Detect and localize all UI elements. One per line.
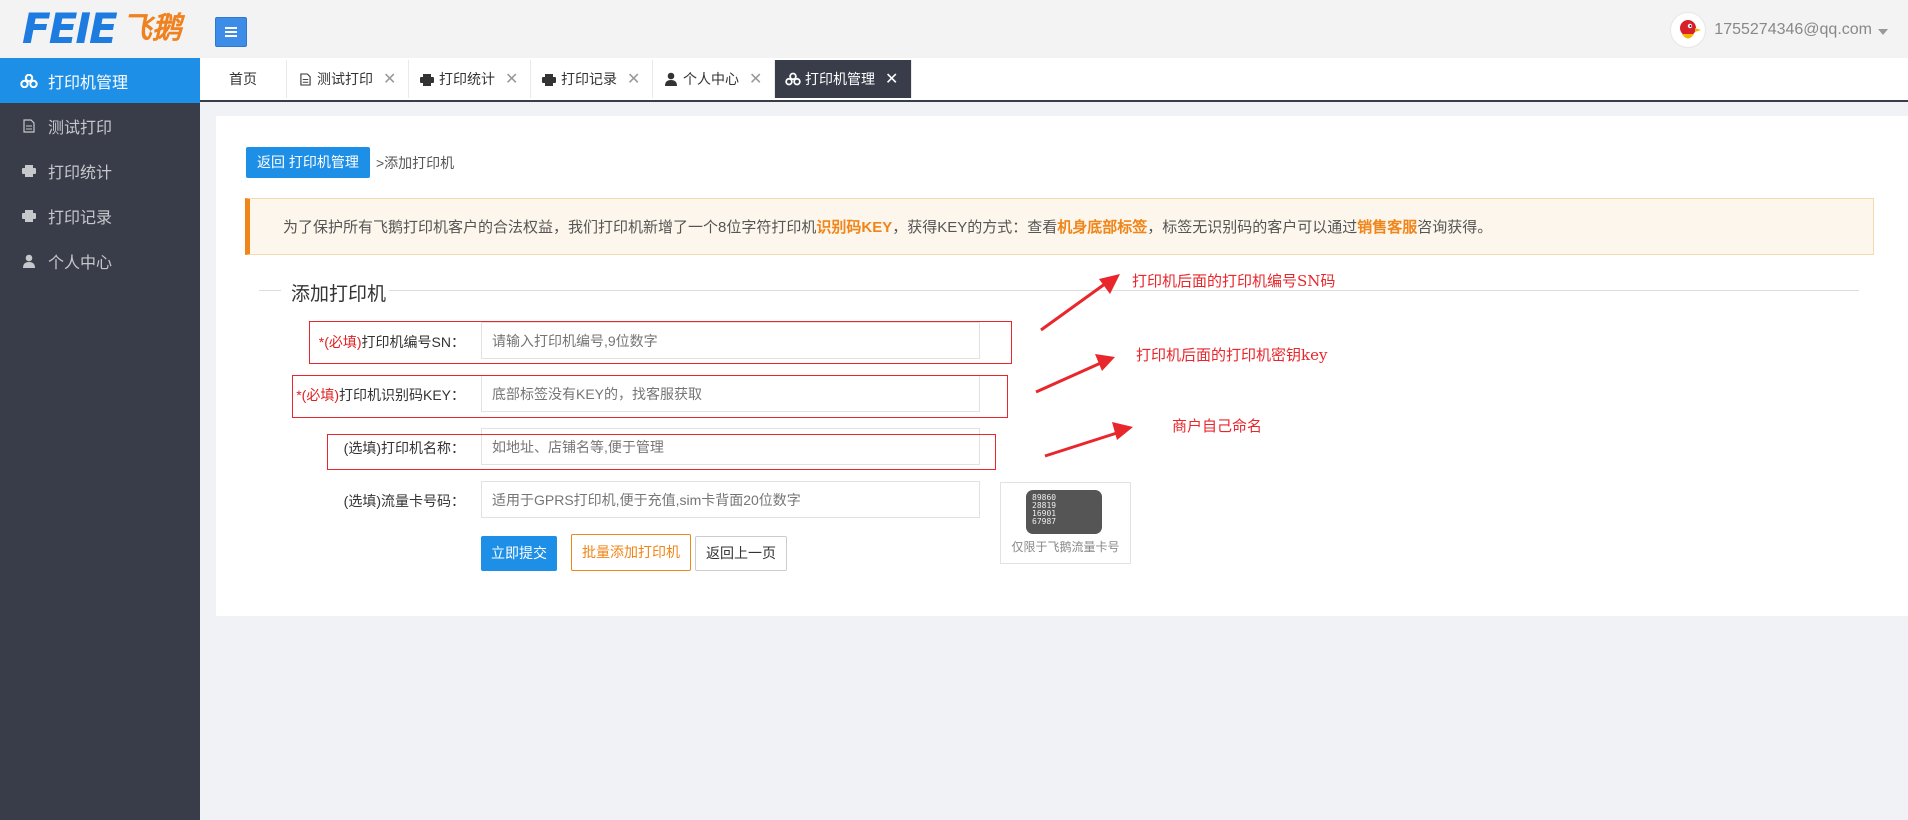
hamburger-icon: [225, 27, 237, 37]
logo-text-en: FEIE: [22, 4, 118, 53]
printer-icon: [541, 72, 557, 86]
sidebar-item-label: 打印统计: [48, 164, 113, 182]
batch-add-button[interactable]: 批量添加打印机: [571, 534, 691, 571]
annotation-text-sn: 打印机后面的打印机编号SN码: [1132, 272, 1336, 290]
avatar: [1670, 12, 1707, 48]
close-icon[interactable]: ✕: [885, 69, 898, 89]
sim-card-note: 仅限于飞鹅流量卡号: [1011, 540, 1120, 554]
document-icon: [20, 118, 38, 134]
sn-field-label: *(必填)打印机编号SN：: [318, 334, 465, 350]
annotation-text-name: 商户自己命名: [1172, 417, 1263, 435]
sidebar-item-label: 打印机管理: [48, 74, 129, 92]
cluster-icon: [20, 73, 38, 89]
bird-avatar-icon: [1680, 20, 1702, 39]
tab-printer-management[interactable]: 打印机管理 ✕: [775, 60, 912, 98]
annotation-arrow-name: [1044, 422, 1133, 458]
key-input[interactable]: [481, 375, 980, 412]
back-to-printer-management-button[interactable]: 返回 打印机管理: [246, 147, 370, 178]
annotation-arrow-sn: [1040, 274, 1120, 332]
chevron-down-icon: [1878, 29, 1888, 35]
tab-home[interactable]: 首页: [200, 60, 287, 98]
user-menu[interactable]: 1755274346@qq.com: [1670, 12, 1888, 48]
close-icon[interactable]: ✕: [505, 69, 518, 89]
top-bar: FEIE 飞鹅 1755274346@qq.com: [0, 0, 1908, 58]
divider: [259, 290, 281, 291]
close-icon[interactable]: ✕: [383, 69, 396, 89]
tab-test-print[interactable]: 测试打印 ✕: [287, 60, 409, 98]
breadcrumb: >添加打印机: [376, 155, 455, 171]
printer-name-input[interactable]: [481, 428, 980, 465]
sidebar-item-printer-management[interactable]: 打印机管理: [0, 58, 200, 103]
go-back-button[interactable]: 返回上一页: [695, 536, 787, 571]
tab-label: 打印统计: [439, 71, 495, 87]
tab-label: 打印机管理: [805, 71, 875, 87]
sidebar-item-print-stats[interactable]: 打印统计: [0, 148, 200, 193]
user-email: 1755274346@qq.com: [1714, 21, 1872, 38]
printer-icon: [20, 208, 38, 224]
sidebar-item-label: 打印记录: [48, 209, 113, 227]
sidebar-item-personal-center[interactable]: 个人中心: [0, 238, 200, 283]
annotation-text-key: 打印机后面的打印机密钥key: [1136, 346, 1328, 364]
sim-card-input[interactable]: [481, 481, 980, 518]
sidebar-item-label: 个人中心: [48, 254, 113, 272]
required-mark: *(必填): [318, 334, 362, 350]
logo[interactable]: FEIE 飞鹅: [22, 6, 182, 52]
document-icon: [297, 72, 313, 86]
name-field-label: (选填)打印机名称：: [343, 440, 465, 456]
notice-banner: 为了保护所有飞鹅打印机客户的合法权益，我们打印机新增了一个8位字符打印机识别码K…: [245, 198, 1874, 255]
notice-highlight-key: 识别码KEY: [816, 219, 893, 236]
tab-personal-center[interactable]: 个人中心 ✕: [653, 60, 775, 98]
user-icon: [20, 253, 38, 269]
notice-text: 为了保护所有飞鹅打印机客户的合法权益，我们打印机新增了一个8位字符打印机识别码K…: [283, 219, 1493, 236]
user-icon: [663, 72, 679, 86]
section-title: 添加打印机: [291, 284, 387, 305]
logo-text-cn: 飞鹅: [121, 11, 182, 46]
sidebar-item-test-print[interactable]: 测试打印: [0, 103, 200, 148]
sidebar-item-label: 测试打印: [48, 119, 113, 137]
submit-button[interactable]: 立即提交: [481, 536, 557, 571]
tab-bar: 首页 测试打印 ✕ 打印统计 ✕ 打印记录 ✕ 个人中心 ✕ 打印机管理 ✕: [200, 58, 1908, 102]
sim-card-image: 89860 28819 16901 67987: [1026, 490, 1102, 534]
card-field-label: (选填)流量卡号码：: [343, 493, 465, 509]
tab-label: 打印记录: [561, 71, 617, 87]
notice-highlight-service: 销售客服: [1357, 219, 1418, 236]
printer-icon: [20, 163, 38, 179]
cluster-icon: [785, 72, 801, 86]
required-mark: *(必填): [296, 387, 339, 403]
close-icon[interactable]: ✕: [749, 69, 762, 89]
annotation-arrow-key: [1035, 354, 1115, 394]
key-field-label: *(必填)打印机识别码KEY：: [296, 387, 465, 403]
tab-label: 个人中心: [683, 71, 739, 87]
menu-toggle-button[interactable]: [215, 17, 247, 47]
sidebar: 打印机管理 测试打印 打印统计 打印记录 个人中心: [0, 58, 200, 820]
sidebar-item-print-records[interactable]: 打印记录: [0, 193, 200, 238]
close-icon[interactable]: ✕: [627, 69, 640, 89]
sn-input[interactable]: [481, 322, 980, 359]
tab-print-stats[interactable]: 打印统计 ✕: [409, 60, 531, 98]
notice-highlight-label: 机身底部标签: [1057, 219, 1148, 236]
sim-card-tooltip: 89860 28819 16901 67987 仅限于飞鹅流量卡号: [1000, 482, 1131, 564]
tab-label: 测试打印: [317, 71, 373, 87]
printer-icon: [419, 72, 435, 86]
tab-print-records[interactable]: 打印记录 ✕: [531, 60, 653, 98]
tab-label: 首页: [229, 71, 257, 87]
